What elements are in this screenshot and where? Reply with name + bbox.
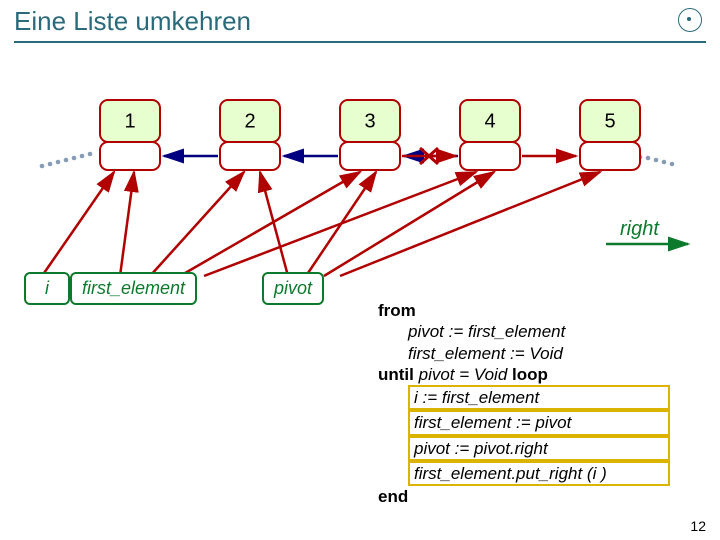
var-i: i — [24, 272, 70, 305]
code-line-5: i := first_element — [408, 385, 670, 410]
right-label: right — [620, 218, 659, 241]
code-line-6: first_element := pivot — [408, 410, 670, 435]
dots-left-icon — [40, 152, 93, 169]
node-3: 3 — [340, 100, 400, 170]
code-line-2: pivot := first_element — [378, 321, 713, 342]
title-rule — [14, 41, 706, 43]
algorithm-code: from pivot := first_element first_elemen… — [378, 300, 713, 507]
kw-from: from — [378, 301, 416, 320]
svg-text:1: 1 — [124, 110, 135, 132]
code-line-4: until pivot = Void loop — [378, 365, 548, 384]
svg-text:5: 5 — [604, 110, 615, 132]
kw-until: until — [378, 365, 419, 384]
arrow-first-node1 — [120, 172, 134, 276]
arrow-first-node3 — [180, 172, 360, 276]
node-1: 1 — [100, 100, 160, 170]
code-line-7: pivot := pivot.right — [408, 436, 670, 461]
svg-text:4: 4 — [484, 110, 495, 132]
svg-text:3: 3 — [364, 110, 375, 132]
node-4: 4 — [460, 100, 520, 170]
kw-end: end — [378, 487, 408, 506]
node-2: 2 — [220, 100, 280, 170]
var-first: first_element — [70, 272, 197, 305]
kw-loop: loop — [507, 365, 548, 384]
node-5: 5 — [580, 100, 640, 170]
code-line-3: first_element := Void — [378, 343, 713, 364]
arrow-i-node1 — [42, 172, 114, 276]
var-pivot: pivot — [262, 272, 324, 305]
code-line-8: first_element.put_right (i ) — [408, 461, 670, 486]
until-expr: pivot = Void — [419, 365, 508, 384]
brand-logo — [678, 8, 702, 32]
svg-text:2: 2 — [244, 110, 255, 132]
arrow-pivot-node3 — [306, 172, 376, 276]
arrow-first-node2 — [150, 172, 244, 276]
page-title: Eine Liste umkehren — [0, 0, 720, 39]
arrow-pivot-node2 — [260, 172, 288, 276]
page-number: 12 — [690, 518, 706, 534]
